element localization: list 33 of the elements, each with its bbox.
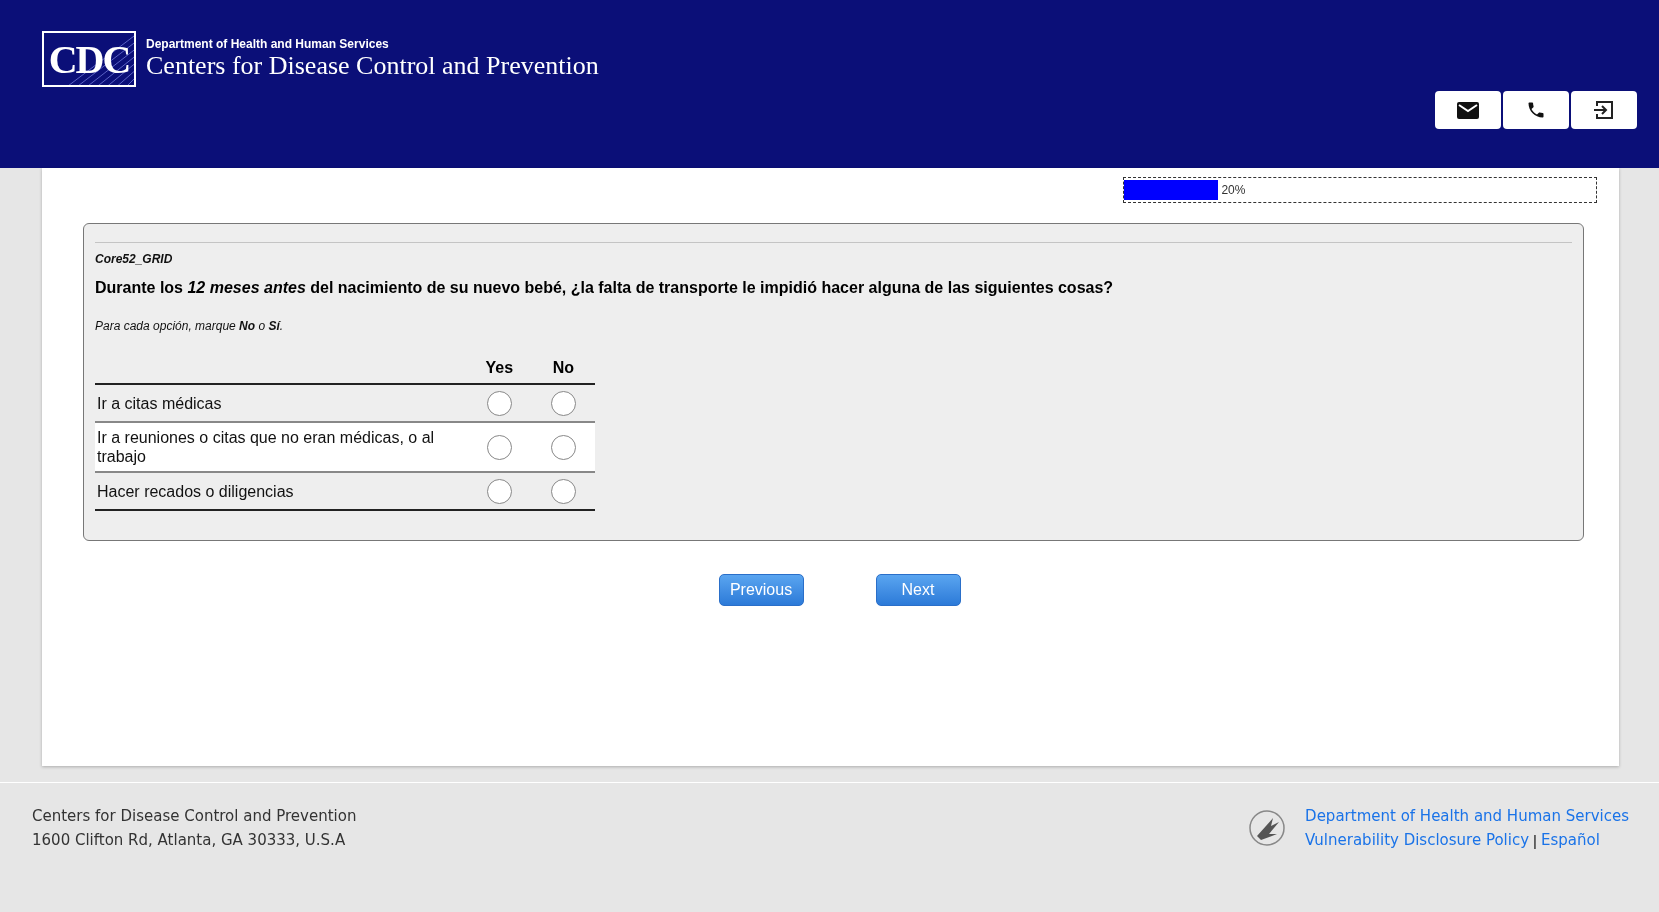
footer-address: Centers for Disease Control and Prevention bbox=[32, 807, 357, 825]
column-header: Yes bbox=[467, 355, 532, 384]
radio-button[interactable] bbox=[550, 390, 576, 416]
site-title: Centers for Disease Control and Prevention bbox=[146, 51, 599, 81]
department-name: Department of Health and Human Services bbox=[146, 37, 390, 51]
radio-button[interactable] bbox=[486, 478, 512, 504]
eagle-emblem-icon bbox=[1247, 808, 1288, 848]
question-text: Durante los 12 meses antes del nacimiento de su nuevo bebé, ¿la falta de transporte le impidió hacer alguna de las siguientes cosas? bbox=[95, 279, 1115, 297]
phone-icon bbox=[1526, 100, 1546, 120]
progress-label: 20% bbox=[1221, 183, 1246, 197]
radio-button[interactable] bbox=[486, 390, 512, 416]
next-button[interactable]: Next bbox=[875, 574, 961, 606]
previous-button[interactable]: Previous bbox=[718, 574, 804, 606]
row-label: Hacer recados o diligencias bbox=[95, 472, 467, 510]
row-label: Ir a reuniones o citas que no eran médicas, o al trabajo bbox=[95, 422, 467, 472]
radio-button[interactable] bbox=[486, 434, 512, 460]
exit-button[interactable] bbox=[1571, 91, 1637, 129]
question-id: Core52_GRID bbox=[95, 252, 174, 266]
column-header: No bbox=[531, 355, 595, 384]
cdc-logo: CDC bbox=[42, 31, 136, 87]
footer-link[interactable]: Vulnerability Disclosure Policy bbox=[1305, 831, 1530, 849]
phone-button[interactable] bbox=[1503, 91, 1569, 129]
footer-link[interactable]: Español bbox=[1541, 831, 1600, 849]
instruction-text: Para cada opción, marque No o Sí. bbox=[95, 319, 285, 333]
separator: | bbox=[1533, 831, 1537, 849]
mail-icon bbox=[1457, 101, 1479, 119]
footer-link[interactable]: Department of Health and Human Services bbox=[1305, 807, 1629, 825]
row-label: Ir a citas médicas bbox=[95, 384, 467, 422]
radio-button[interactable] bbox=[550, 434, 576, 460]
footer-address: 1600 Clifton Rd, Atlanta, GA 30333, U.S.A bbox=[32, 831, 347, 849]
mail-button[interactable] bbox=[1435, 91, 1501, 129]
radio-button[interactable] bbox=[550, 478, 576, 504]
exit-icon bbox=[1593, 99, 1615, 121]
